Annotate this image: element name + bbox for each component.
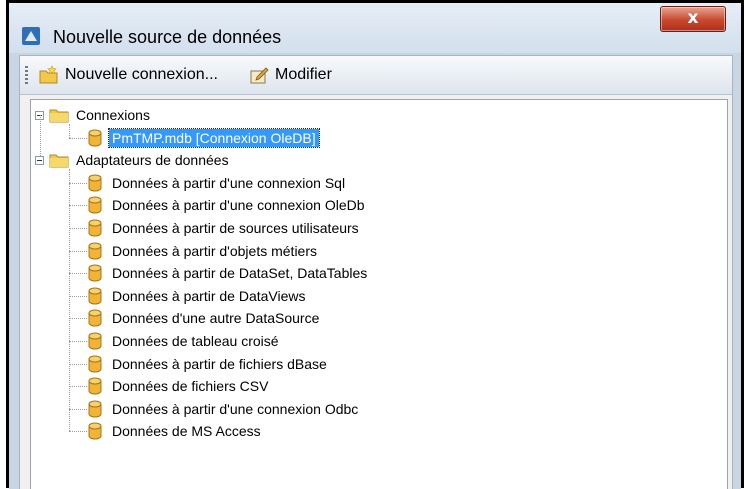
collapse-adapters-icon[interactable] [35, 156, 44, 166]
tree-node-adapter-label: Données d'une autre DataSource [112, 310, 320, 327]
tree-node-adapter[interactable]: Données à partir d'une connexion OleDb [87, 194, 368, 216]
tree-node-adapter[interactable]: Données de tableau croisé [87, 330, 282, 352]
tree-node-adapters-label: Adaptateurs de données [76, 152, 229, 169]
tree-connector-line [69, 341, 87, 342]
tree-node-adapter-label: Données à partir de DataViews [112, 287, 306, 304]
modify-label: Modifier [275, 66, 332, 83]
title-bar[interactable]: Nouvelle source de données x [9, 3, 741, 53]
new-connection-button[interactable]: Nouvelle connexion... [38, 62, 218, 88]
data-source-tree[interactable]: Connexions PmTMP.mdb [Connexion OleDB] Ada… [30, 99, 728, 489]
tree-connector-line [69, 205, 87, 207]
database-cylinder-icon [88, 264, 102, 282]
tree-connector-line [69, 124, 70, 138]
close-button[interactable]: x [660, 6, 726, 32]
tree-node-adapter-label: Données de MS Access [112, 423, 261, 440]
database-cylinder-icon [88, 219, 102, 237]
new-connection-label: Nouvelle connexion... [65, 66, 218, 83]
database-cylinder-icon [88, 196, 102, 214]
tree-node-adapter[interactable]: Données à partir de DataSet, DataTables [87, 262, 370, 284]
database-cylinder-icon [88, 355, 102, 373]
toolbar-grip[interactable] [25, 66, 28, 86]
tree-connector-line [69, 137, 87, 139]
tree-node-adapter[interactable]: Données de fichiers CSV [87, 375, 271, 397]
folder-icon [49, 154, 69, 168]
close-icon: x [687, 8, 699, 28]
tree-node-adapter[interactable]: Données d'une autre DataSource [87, 307, 322, 329]
tree-node-connection[interactable]: PmTMP.mdb [Connexion OleDB] [87, 127, 320, 149]
modify-button[interactable]: Modifier [248, 62, 332, 88]
tree-node-adapter[interactable]: Données à partir de fichiers dBase [87, 353, 330, 375]
tree-connector-line [69, 431, 87, 433]
tree-node-connexions-label: Connexions [76, 107, 150, 123]
modify-icon [250, 67, 269, 84]
database-cylinder-icon [88, 174, 102, 192]
tree-node-adapters[interactable]: Adaptateurs de données [49, 149, 232, 171]
tree-node-adapter[interactable]: Données à partir d'une connexion Sql [87, 172, 348, 194]
tree-node-adapter-label: Données de tableau croisé [112, 333, 279, 349]
folder-icon [49, 109, 69, 123]
database-cylinder-icon [88, 287, 102, 305]
tree-node-adapter-label: Données à partir de sources utilisateurs [112, 220, 359, 236]
dialog-client-area: Nouvelle connexion... Modifier Connexion… [19, 55, 733, 489]
tree-connector-line [69, 318, 87, 320]
database-cylinder-icon [88, 332, 102, 350]
tree-connector-line [69, 228, 87, 229]
tree-connector-line [69, 295, 87, 297]
tree-node-connexions[interactable]: Connexions [49, 104, 153, 126]
tree-node-adapter-label: Données de fichiers CSV [112, 378, 269, 395]
database-cylinder-icon [88, 400, 102, 418]
tree-connector-line [69, 250, 87, 252]
tree-node-adapter[interactable]: Données à partir d'une connexion Odbc [87, 398, 361, 420]
tree-node-adapter-label: Données à partir d'une connexion OleDb [112, 197, 365, 214]
dialog-window: Nouvelle source de données x Nouvelle co… [9, 3, 741, 489]
tree-node-adapter[interactable]: Données de MS Access [87, 420, 264, 442]
screenshot-frame: Nouvelle source de données x Nouvelle co… [6, 0, 744, 489]
new-connection-icon [39, 65, 58, 84]
tree-connector-line [40, 115, 41, 161]
tree-node-adapter-label: Données à partir de DataSet, DataTables [112, 265, 368, 282]
tree-node-adapter[interactable]: Données à partir d'objets métiers [87, 240, 320, 262]
window-title: Nouvelle source de données [53, 27, 282, 47]
tree-node-connection-label: PmTMP.mdb [Connexion OleDB] [108, 127, 320, 148]
tree-connector-line [69, 408, 87, 410]
tree-node-adapter[interactable]: Données à partir de DataViews [87, 285, 309, 307]
tree-connector-line [69, 169, 70, 432]
tree-connector-line [69, 273, 87, 275]
database-source-icon [22, 27, 40, 45]
database-cylinder-icon [88, 242, 102, 260]
database-cylinder-icon [88, 422, 102, 440]
toolbar: Nouvelle connexion... Modifier [20, 56, 732, 95]
tree-node-adapter-label: Données à partir d'une connexion Sql [112, 174, 346, 191]
database-cylinder-icon [88, 377, 102, 395]
tree-node-adapter-label: Données à partir d'une connexion Odbc [112, 400, 359, 417]
tree-connector-line [69, 363, 87, 365]
tree-node-adapter-label: Données à partir d'objets métiers [112, 242, 317, 259]
database-cylinder-icon [88, 309, 102, 327]
tree-node-adapter[interactable]: Données à partir de sources utilisateurs [87, 217, 362, 239]
tree-node-adapter-label: Données à partir de fichiers dBase [112, 355, 327, 372]
tree-connector-line [69, 182, 87, 184]
tree-connector-line [69, 386, 87, 388]
database-cylinder-icon [88, 129, 102, 147]
